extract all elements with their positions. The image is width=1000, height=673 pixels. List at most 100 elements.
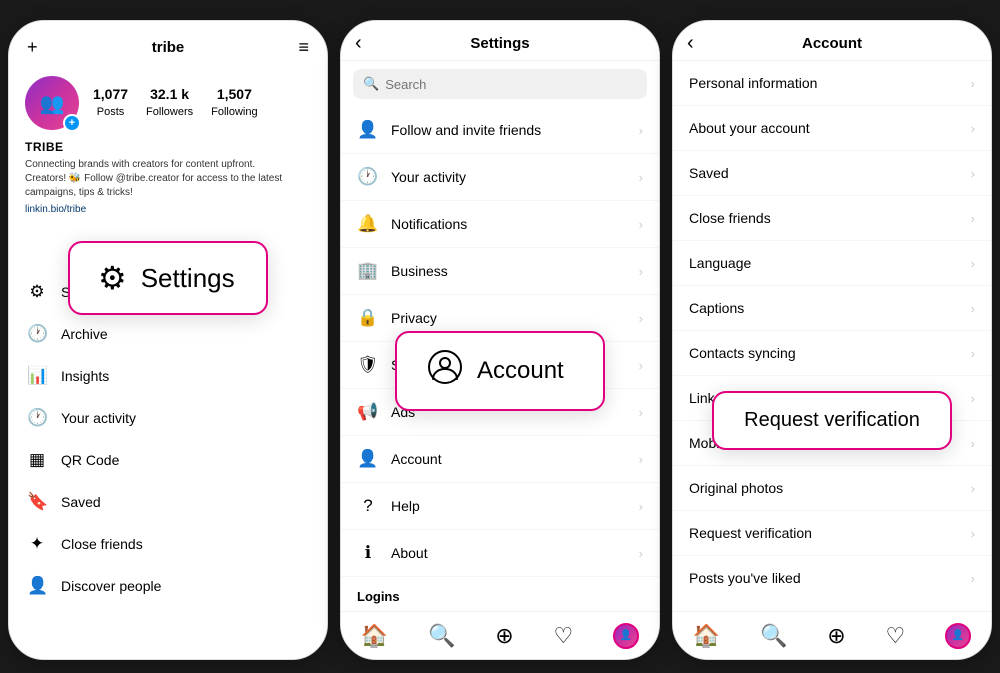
posts-count: 1,077	[93, 86, 128, 102]
menu-item-qrcode[interactable]: ▦ QR Code	[9, 439, 327, 481]
verify-popup-label: Request verification	[744, 409, 920, 432]
posts-liked-label: Posts you've liked	[689, 570, 801, 586]
language-label: Language	[689, 255, 751, 271]
settings-about[interactable]: ℹ About ›	[341, 530, 659, 577]
qr-icon: ▦	[27, 450, 47, 470]
followers-label: Followers	[146, 106, 193, 118]
nav-heart[interactable]: ♡	[554, 623, 574, 649]
search-bar[interactable]: 🔍	[353, 69, 647, 99]
account-saved[interactable]: Saved ›	[673, 151, 991, 196]
business-icon: 🏢	[357, 261, 379, 281]
security-icon: 🛡	[357, 355, 379, 375]
settings-account[interactable]: 👤 Account ›	[341, 436, 659, 483]
s1-stats: 1,077 Posts 32.1 k Followers 1,507 Follo…	[93, 86, 258, 120]
nav-search[interactable]: 🔍	[428, 623, 455, 649]
screen1-phone: + tribe ≡ 👥 + 1,077 Posts 32.1 k	[8, 20, 328, 660]
account-original-photos[interactable]: Original photos ›	[673, 466, 991, 511]
menu-item-discover[interactable]: 👤 Discover people	[9, 565, 327, 607]
posts-label: Posts	[97, 106, 125, 118]
help-icon: ?	[357, 496, 379, 516]
menu-item-activity[interactable]: 🕐 Your activity	[9, 397, 327, 439]
settings-popup-label: Settings	[141, 263, 235, 294]
settings-business[interactable]: 🏢 Business ›	[341, 248, 659, 295]
saved-icon: 🔖	[27, 492, 47, 512]
settings-help[interactable]: ? Help ›	[341, 483, 659, 530]
follow-label: Follow and invite friends	[391, 122, 541, 138]
screen3-phone: ‹ Account Personal information › About y…	[672, 20, 992, 660]
account-request-verification[interactable]: Request verification ›	[673, 511, 991, 556]
about-account-label: About your account	[689, 120, 810, 136]
account-label: Account	[391, 451, 442, 467]
chevron-icon: ›	[639, 123, 643, 138]
menu-insights-label: Insights	[61, 368, 109, 384]
stat-posts: 1,077 Posts	[93, 86, 128, 120]
account-back-button[interactable]: ‹	[687, 32, 694, 55]
notifications-icon: 🔔	[357, 214, 379, 234]
chevron-icon: ›	[971, 256, 975, 271]
account-popup-icon	[427, 349, 463, 393]
settings-your-activity[interactable]: 🕐 Your activity ›	[341, 154, 659, 201]
avatar: 👥 +	[25, 76, 79, 130]
account-close-friends[interactable]: Close friends ›	[673, 196, 991, 241]
account-personal-info[interactable]: Personal information ›	[673, 61, 991, 106]
s1-menu: ⚙ Se… 🕐 Archive 📊 Insights 🕐 Your activi…	[9, 271, 327, 607]
close-friends-icon: ✦	[27, 534, 47, 554]
nav-profile[interactable]: 👤	[613, 623, 639, 649]
chevron-icon: ›	[971, 166, 975, 181]
menu-item-close-friends[interactable]: ✦ Close friends	[9, 523, 327, 565]
menu-button[interactable]: ≡	[296, 35, 311, 60]
nav-home[interactable]: 🏠	[361, 623, 388, 649]
activity-label: Your activity	[391, 169, 466, 185]
account-icon: 👤	[357, 449, 379, 469]
original-photos-label: Original photos	[689, 480, 783, 496]
account-about[interactable]: About your account ›	[673, 106, 991, 151]
menu-saved-label: Saved	[61, 494, 101, 510]
nav-home[interactable]: 🏠	[693, 623, 720, 649]
chevron-icon: ›	[639, 311, 643, 326]
s2-header: ‹ Settings	[341, 21, 659, 61]
add-button[interactable]: +	[25, 35, 40, 60]
settings-back-button[interactable]: ‹	[355, 32, 362, 55]
menu-activity-label: Your activity	[61, 410, 136, 426]
s2-bottom-nav: 🏠 🔍 ⊕ ♡ 👤	[341, 611, 659, 659]
menu-item-insights[interactable]: 📊 Insights	[9, 355, 327, 397]
logins-section: Logins	[341, 577, 659, 608]
chevron-icon: ›	[639, 499, 643, 514]
avatar-icon: 👥	[40, 91, 65, 116]
verify-popup: Request verification	[712, 391, 952, 450]
search-input[interactable]	[385, 77, 637, 92]
menu-item-archive[interactable]: 🕐 Archive	[9, 313, 327, 355]
profile-link[interactable]: linkin.bio/tribe	[9, 202, 327, 221]
about-icon: ℹ	[357, 543, 379, 563]
menu-item-saved[interactable]: 🔖 Saved	[9, 481, 327, 523]
screen2-phone: ‹ Settings 🔍 👤 Follow and invite friends…	[340, 20, 660, 660]
chevron-icon: ›	[971, 346, 975, 361]
nav-add[interactable]: ⊕	[827, 623, 845, 649]
account-posts-liked[interactable]: Posts you've liked ›	[673, 556, 991, 599]
nav-profile[interactable]: 👤	[945, 623, 971, 649]
settings-icon: ⚙	[27, 282, 47, 302]
screen1: + tribe ≡ 👥 + 1,077 Posts 32.1 k	[9, 21, 327, 659]
nav-heart[interactable]: ♡	[886, 623, 906, 649]
followers-count: 32.1 k	[146, 86, 193, 102]
privacy-label: Privacy	[391, 310, 437, 326]
s3-bottom-nav: 🏠 🔍 ⊕ ♡ 👤	[673, 611, 991, 659]
nav-add[interactable]: ⊕	[495, 623, 513, 649]
settings-follow-friends[interactable]: 👤 Follow and invite friends ›	[341, 107, 659, 154]
chevron-icon: ›	[971, 301, 975, 316]
account-captions[interactable]: Captions ›	[673, 286, 991, 331]
nav-search[interactable]: 🔍	[760, 623, 787, 649]
account-contacts[interactable]: Contacts syncing ›	[673, 331, 991, 376]
s1-title: tribe	[152, 39, 185, 56]
chevron-icon: ›	[971, 76, 975, 91]
s1-profile: 👥 + 1,077 Posts 32.1 k Followers 1,507 F…	[9, 68, 327, 138]
chevron-icon: ›	[971, 391, 975, 406]
stat-followers: 32.1 k Followers	[146, 86, 193, 120]
search-icon: 🔍	[363, 76, 379, 92]
menu-qr-label: QR Code	[61, 452, 119, 468]
s3-header: ‹ Account	[673, 21, 991, 61]
account-language[interactable]: Language ›	[673, 241, 991, 286]
menu-close-friends-label: Close friends	[61, 536, 143, 552]
settings-notifications[interactable]: 🔔 Notifications ›	[341, 201, 659, 248]
account-list: Personal information › About your accoun…	[673, 61, 991, 599]
